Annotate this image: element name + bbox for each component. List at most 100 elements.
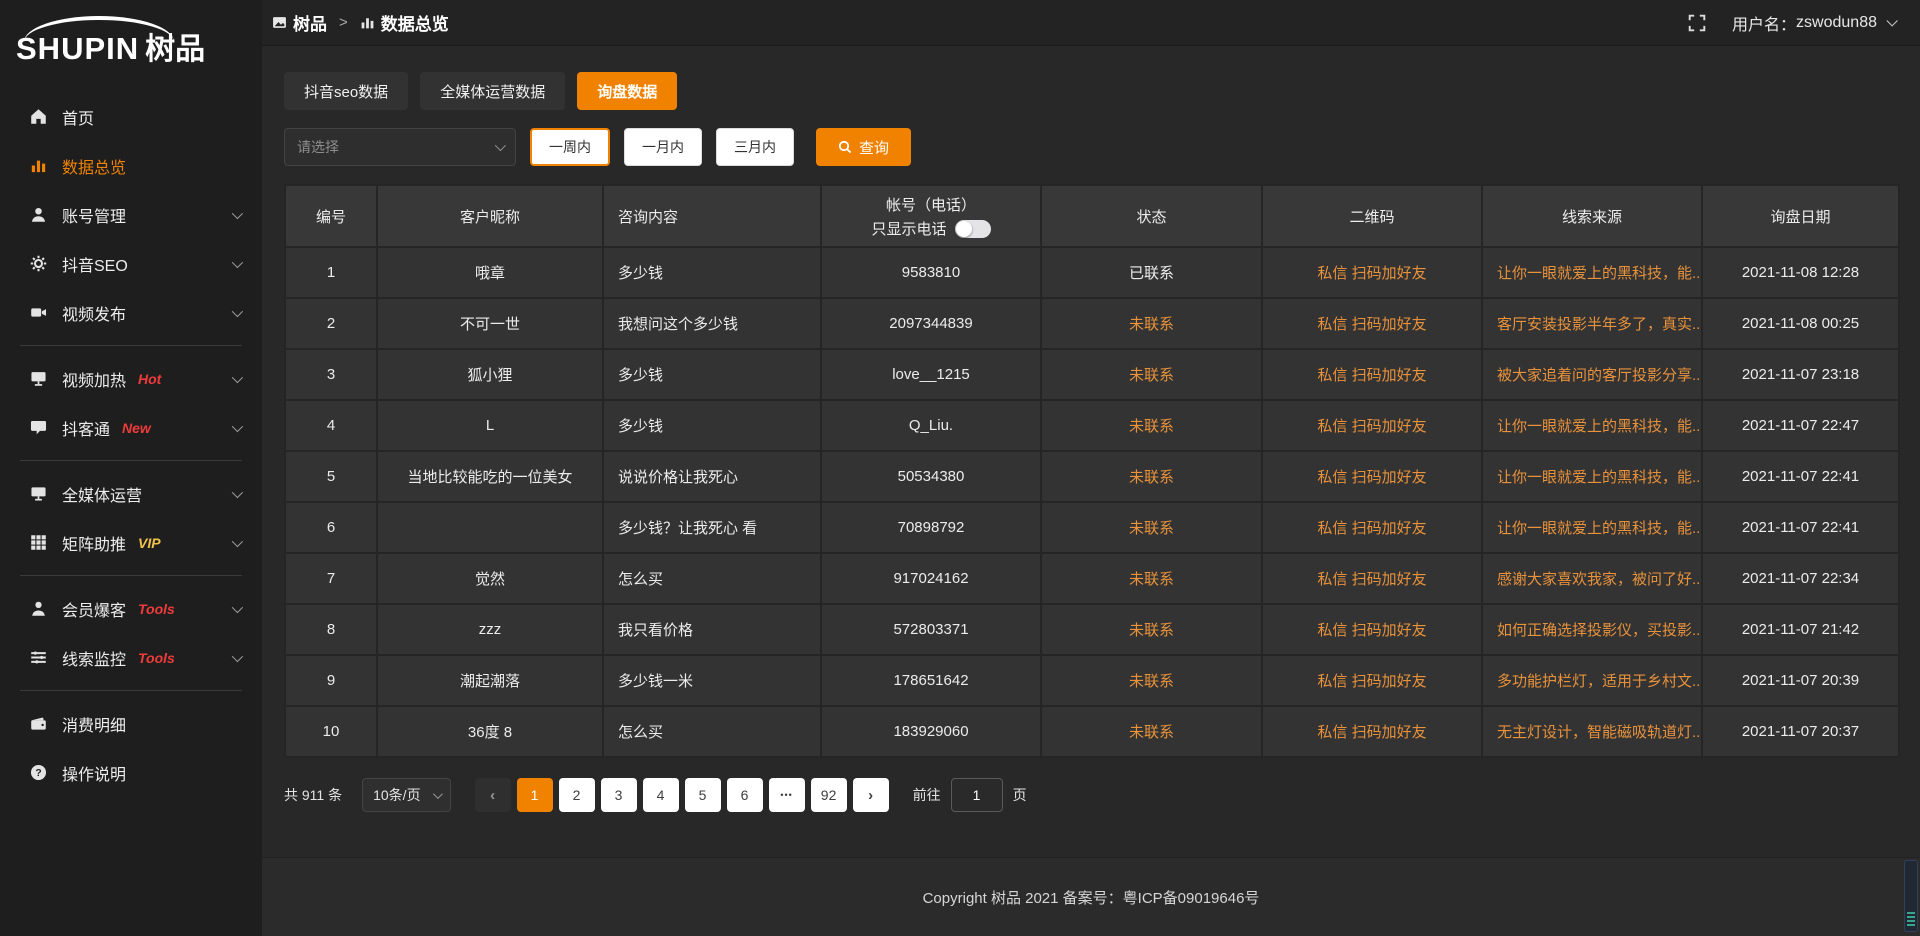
sidebar-item-video-publish[interactable]: 视频发布 — [0, 288, 262, 337]
side-widget[interactable] — [1904, 860, 1918, 932]
main-area: 树品 > 数据总览 用户名： zswodun88 抖音seo数据 全媒体运营数据… — [262, 0, 1920, 936]
menu-divider — [20, 460, 242, 461]
phone-toggle-label: 只显示电话 — [871, 218, 946, 239]
cell-qr-link[interactable]: 私信 扫码加好友 — [1262, 400, 1482, 451]
tab-omnimedia-data[interactable]: 全媒体运营数据 — [420, 72, 565, 110]
page-button-92[interactable]: 92 — [811, 778, 847, 812]
breadcrumb-root[interactable]: 树品 — [293, 10, 327, 35]
breadcrumb-current: 数据总览 — [381, 10, 449, 35]
cell-no: 6 — [285, 502, 377, 553]
sidebar-item-label: 抖音SEO — [62, 252, 128, 276]
page-button-3[interactable]: 3 — [601, 778, 637, 812]
cell-date: 2021-11-07 22:34 — [1702, 553, 1899, 604]
cell-qr-link[interactable]: 私信 扫码加好友 — [1262, 553, 1482, 604]
cell-qr-link[interactable]: 私信 扫码加好友 — [1262, 604, 1482, 655]
tab-inquiry-data[interactable]: 询盘数据 — [577, 72, 677, 110]
cell-qr-link[interactable]: 私信 扫码加好友 — [1262, 298, 1482, 349]
cell-status: 未联系 — [1041, 349, 1262, 400]
cell-qr-link[interactable]: 私信 扫码加好友 — [1262, 502, 1482, 553]
video-camera-icon — [30, 304, 47, 321]
wallet-icon — [30, 715, 47, 732]
page-button-1[interactable]: 1 — [517, 778, 553, 812]
cell-qr-link[interactable]: 私信 扫码加好友 — [1262, 349, 1482, 400]
range-week-button[interactable]: 一周内 — [530, 128, 610, 166]
cell-status: 已联系 — [1041, 247, 1262, 298]
sidebar-item-consumption-detail[interactable]: 消费明细 — [0, 699, 262, 748]
cell-source-link[interactable]: 感谢大家喜欢我家，被问了好... — [1482, 553, 1702, 604]
sidebar-item-lead-monitor[interactable]: 线索监控 Tools — [0, 633, 262, 682]
goto-page-input[interactable] — [951, 778, 1003, 812]
more-pages-button[interactable]: ••• — [769, 778, 805, 812]
range-quarter-button[interactable]: 三月内 — [716, 128, 794, 166]
sidebar-item-douyin-seo[interactable]: 抖音SEO — [0, 239, 262, 288]
cell-no: 10 — [285, 706, 377, 757]
cell-nickname: 36度 8 — [377, 706, 603, 757]
chevron-down-icon — [232, 650, 243, 661]
data-tabs: 抖音seo数据 全媒体运营数据 询盘数据 — [284, 72, 1900, 110]
cell-nickname — [377, 502, 603, 553]
filter-select[interactable]: 请选择 — [284, 128, 516, 166]
col-header-source: 线索来源 — [1482, 185, 1702, 247]
cell-qr-link[interactable]: 私信 扫码加好友 — [1262, 706, 1482, 757]
sliders-icon — [30, 649, 47, 666]
cell-account: 50534380 — [821, 451, 1041, 502]
sidebar-item-douketong[interactable]: 抖客通 New — [0, 403, 262, 452]
page-button-2[interactable]: 2 — [559, 778, 595, 812]
prev-page-button[interactable]: ‹ — [475, 778, 511, 812]
cell-date: 2021-11-07 22:41 — [1702, 502, 1899, 553]
fullscreen-icon[interactable] — [1688, 14, 1706, 32]
page-size-value: 10条/页 — [373, 785, 420, 805]
cell-status: 未联系 — [1041, 655, 1262, 706]
page-button-6[interactable]: 6 — [727, 778, 763, 812]
cell-status: 未联系 — [1041, 451, 1262, 502]
sidebar-item-matrix-boost[interactable]: 矩阵助推 VIP — [0, 518, 262, 567]
filter-bar: 请选择 一周内 一月内 三月内 查询 — [284, 128, 1900, 166]
bar-chart-icon — [360, 15, 375, 30]
cell-source-link[interactable]: 被大家追着问的客厅投影分享... — [1482, 349, 1702, 400]
monitor-hot-icon — [30, 370, 47, 387]
sidebar-item-label: 会员爆客 — [62, 597, 126, 621]
cell-qr-link[interactable]: 私信 扫码加好友 — [1262, 451, 1482, 502]
topbar: 树品 > 数据总览 用户名： zswodun88 — [262, 0, 1920, 46]
range-month-button[interactable]: 一月内 — [624, 128, 702, 166]
cell-nickname: zzz — [377, 604, 603, 655]
sidebar-item-member-burst[interactable]: 会员爆客 Tools — [0, 584, 262, 633]
sidebar-item-instructions[interactable]: ? 操作说明 — [0, 748, 262, 797]
cell-qr-link[interactable]: 私信 扫码加好友 — [1262, 247, 1482, 298]
tab-douyin-seo-data[interactable]: 抖音seo数据 — [284, 72, 408, 110]
grid-icon — [30, 534, 47, 551]
next-page-button[interactable]: › — [853, 778, 889, 812]
cell-content: 我只看价格 — [603, 604, 821, 655]
logo-arc — [24, 16, 174, 42]
cell-source-link[interactable]: 多功能护栏灯，适用于乡村文... — [1482, 655, 1702, 706]
cell-source-link[interactable]: 让你一眼就爱上的黑科技，能... — [1482, 451, 1702, 502]
cell-source-link[interactable]: 客厅安装投影半年多了，真实... — [1482, 298, 1702, 349]
sidebar-item-label: 数据总览 — [62, 154, 126, 178]
table-header-row: 编号 客户昵称 咨询内容 帐号（电话） 只显示电话 状态 二维码 线索来源 — [285, 185, 1899, 247]
cell-source-link[interactable]: 让你一眼就爱上的黑科技，能... — [1482, 400, 1702, 451]
chat-bubble-icon — [30, 419, 47, 436]
user-menu[interactable]: 用户名： zswodun88 — [1732, 11, 1894, 35]
sidebar-item-account-management[interactable]: 账号管理 — [0, 190, 262, 239]
cell-source-link[interactable]: 无主灯设计，智能磁吸轨道灯... — [1482, 706, 1702, 757]
phone-only-toggle[interactable] — [955, 220, 991, 238]
sidebar-item-home[interactable]: 首页 — [0, 92, 262, 141]
sidebar-item-omnimedia[interactable]: 全媒体运营 — [0, 469, 262, 518]
page-button-5[interactable]: 5 — [685, 778, 721, 812]
goto-page: 前往 页 — [913, 778, 1027, 812]
tools-badge: Tools — [138, 601, 175, 617]
page-size-select[interactable]: 10条/页 — [362, 778, 450, 812]
page-button-4[interactable]: 4 — [643, 778, 679, 812]
cell-qr-link[interactable]: 私信 扫码加好友 — [1262, 655, 1482, 706]
cell-no: 4 — [285, 400, 377, 451]
table-row: 4 L 多少钱 Q_Liu. 未联系 私信 扫码加好友 让你一眼就爱上的黑科技，… — [285, 400, 1899, 451]
cell-status: 未联系 — [1041, 604, 1262, 655]
sidebar-item-video-heat[interactable]: 视频加热 Hot — [0, 354, 262, 403]
cell-source-link[interactable]: 让你一眼就爱上的黑科技，能... — [1482, 502, 1702, 553]
cell-source-link[interactable]: 如何正确选择投影仪，买投影... — [1482, 604, 1702, 655]
cell-source-link[interactable]: 让你一眼就爱上的黑科技，能... — [1482, 247, 1702, 298]
sidebar-item-data-overview[interactable]: 数据总览 — [0, 141, 262, 190]
query-button[interactable]: 查询 — [816, 128, 911, 166]
chevron-down-icon — [232, 207, 243, 218]
cell-content: 怎么买 — [603, 706, 821, 757]
